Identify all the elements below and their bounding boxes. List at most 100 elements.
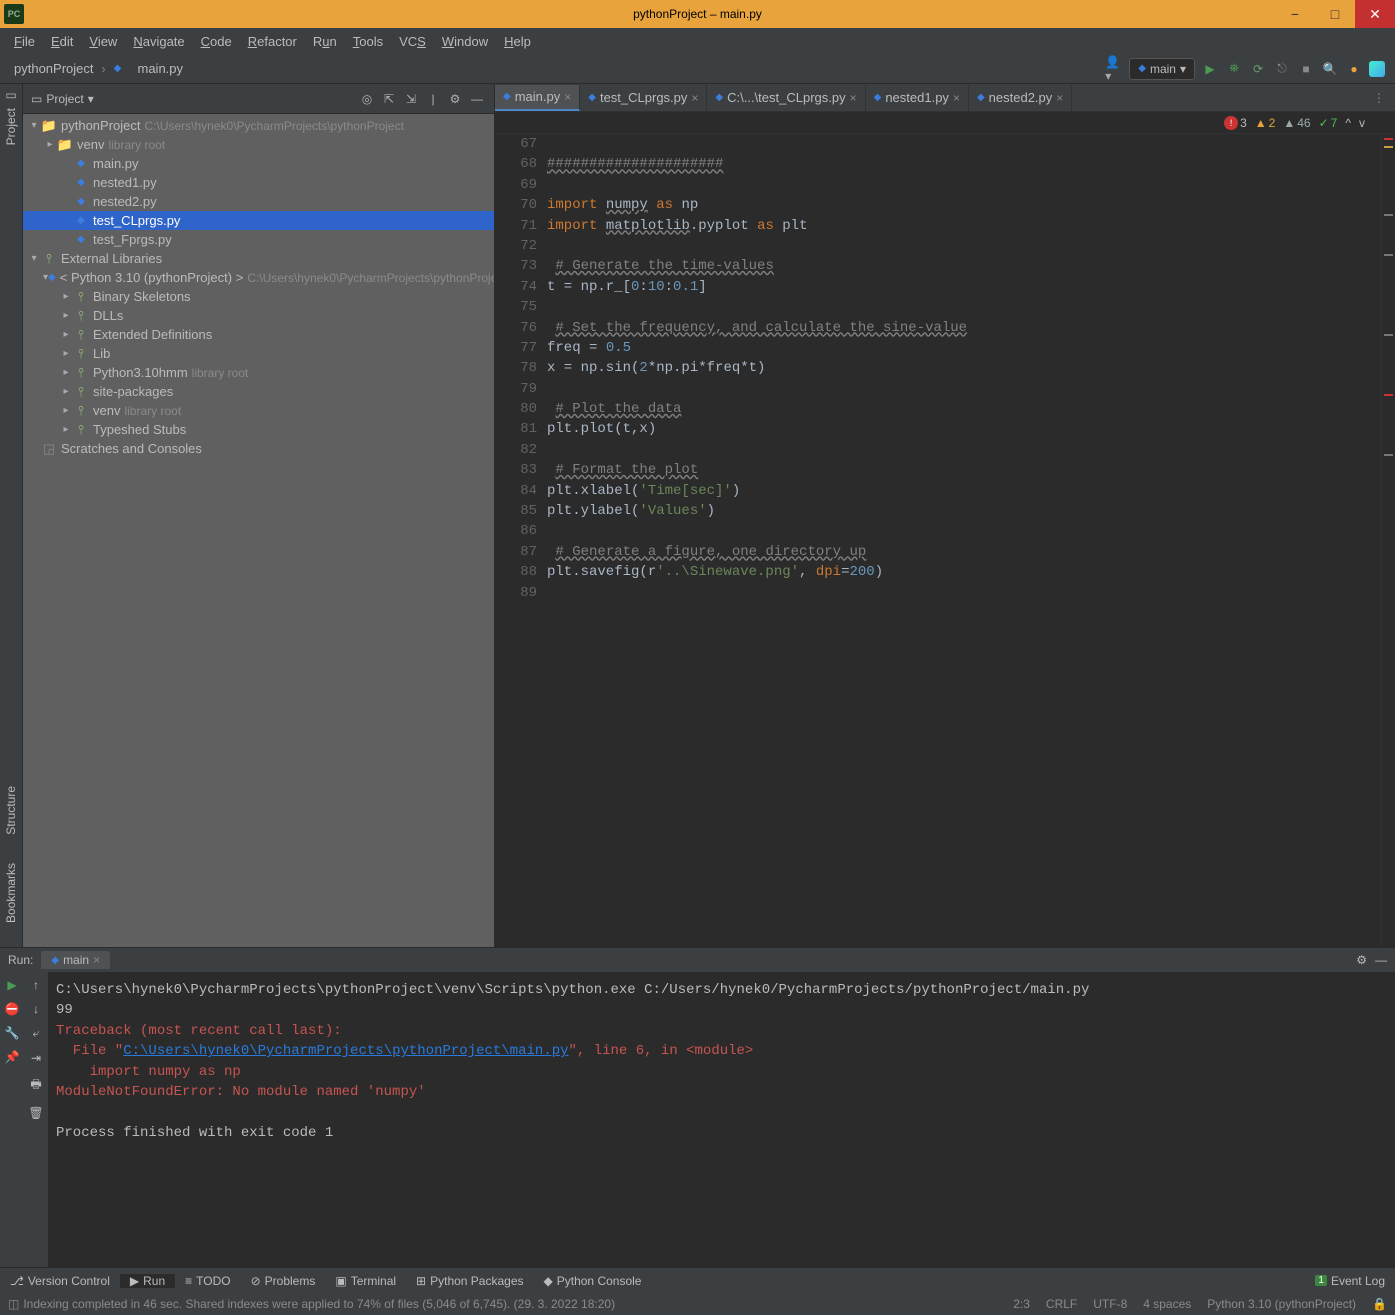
editor-tab[interactable]: ◆C:\...\test_CLprgs.py× — [707, 85, 865, 111]
sdk[interactable]: Python 3.10 (pythonProject) — [1207, 1297, 1356, 1311]
menu-navigate[interactable]: Navigate — [125, 31, 192, 52]
close-icon[interactable]: × — [850, 91, 857, 105]
todo-tab[interactable]: ≡ TODO — [175, 1274, 240, 1288]
chevron-down-icon[interactable]: v — [1359, 116, 1365, 130]
menu-code[interactable]: Code — [193, 31, 240, 52]
terminal-tab[interactable]: ▣ Terminal — [325, 1274, 406, 1288]
project-pane-title[interactable]: ▭ Project ▾ — [31, 92, 358, 106]
print-icon[interactable]: 🖶 — [30, 1075, 41, 1096]
chevron-up-icon[interactable]: ^ — [1345, 116, 1351, 130]
version-control-tab[interactable]: ⎇ Version Control — [0, 1274, 120, 1288]
sync-icon[interactable]: ● — [1345, 60, 1363, 78]
run-button[interactable]: ▶ — [1201, 60, 1219, 78]
tree-row[interactable]: ▸📁venvlibrary root — [23, 135, 494, 154]
clear-icon[interactable]: 🗑 — [28, 1106, 43, 1120]
marker-bar[interactable] — [1381, 134, 1395, 947]
indent[interactable]: 4 spaces — [1143, 1297, 1191, 1311]
more-icon[interactable]: ⋮ — [1363, 91, 1395, 105]
run-tab-bottom[interactable]: ▶ Run — [120, 1274, 175, 1288]
search-icon[interactable]: 🔍 — [1321, 60, 1339, 78]
tree-row[interactable]: ▸⫯Typeshed Stubs — [23, 420, 494, 439]
event-log-tab[interactable]: 1 Event Log — [1305, 1274, 1395, 1288]
bookmarks-tool-tab[interactable]: Bookmarks — [2, 859, 20, 927]
editor-tab[interactable]: ◆nested1.py× — [866, 85, 969, 111]
tree-row[interactable]: ▸⫯Lib — [23, 344, 494, 363]
tree-row[interactable]: ◆main.py — [23, 154, 494, 173]
lock-icon[interactable]: 🔒 — [1372, 1297, 1387, 1311]
menu-run[interactable]: Run — [305, 31, 345, 52]
tree-row[interactable]: ▸⫯DLLs — [23, 306, 494, 325]
problems-tab[interactable]: ⊘ Problems — [241, 1274, 326, 1288]
stop-button[interactable]: ■ — [1297, 60, 1315, 78]
structure-tool-tab[interactable]: Structure — [2, 782, 20, 839]
error-count[interactable]: !3 — [1224, 116, 1247, 130]
tree-row[interactable]: ▸⫯site-packages — [23, 382, 494, 401]
menu-window[interactable]: Window — [434, 31, 496, 52]
editor-tab[interactable]: ◆main.py× — [495, 85, 580, 111]
collapse-icon[interactable]: ⇲ — [402, 90, 420, 108]
project-tool-tab[interactable]: ▭ Project — [2, 88, 20, 149]
menu-view[interactable]: View — [81, 31, 125, 52]
menu-file[interactable]: File — [6, 31, 43, 52]
python-packages-tab[interactable]: ⊞ Python Packages — [406, 1274, 533, 1288]
menu-help[interactable]: Help — [496, 31, 539, 52]
run-config-selector[interactable]: ◆ main ▾ — [1129, 58, 1195, 80]
up-icon[interactable]: ↑ — [33, 978, 39, 992]
tree-row[interactable]: ▸⫯Binary Skeletons — [23, 287, 494, 306]
close-button[interactable]: ✕ — [1355, 0, 1395, 28]
run-output[interactable]: C:\Users\hynek0\PycharmProjects\pythonPr… — [48, 972, 1395, 1267]
run-tab[interactable]: ◆ main × — [41, 951, 110, 969]
editor-tab[interactable]: ◆test_CLprgs.py× — [580, 85, 707, 111]
close-icon[interactable]: × — [691, 91, 698, 105]
tree-row[interactable]: ▾📁pythonProjectC:\Users\hynek0\PycharmPr… — [23, 116, 494, 135]
breadcrumb-project[interactable]: pythonProject — [10, 59, 98, 78]
close-icon[interactable]: × — [1056, 91, 1063, 105]
down-icon[interactable]: ↓ — [33, 1002, 39, 1016]
expand-icon[interactable]: ⇱ — [380, 90, 398, 108]
menu-vcs[interactable]: VCS — [391, 31, 434, 52]
close-icon[interactable]: × — [93, 953, 100, 967]
line-separator[interactable]: CRLF — [1046, 1297, 1077, 1311]
weak-warning-count[interactable]: ▲ 46 — [1283, 116, 1310, 130]
tree-row[interactable]: ◆test_Fprgs.py — [23, 230, 494, 249]
tree-row[interactable]: ◆test_CLprgs.py — [23, 211, 494, 230]
tree-row[interactable]: ▸⫯venvlibrary root — [23, 401, 494, 420]
gear-icon[interactable]: ⚙ — [1356, 953, 1367, 967]
wrench-icon[interactable]: 🔧 — [5, 1026, 20, 1040]
menu-refactor[interactable]: Refactor — [240, 31, 305, 52]
target-icon[interactable]: ◎ — [358, 90, 376, 108]
breadcrumb-file[interactable]: main.py — [134, 59, 188, 78]
close-icon[interactable]: × — [564, 90, 571, 104]
tree-row[interactable]: ◆nested1.py — [23, 173, 494, 192]
run-coverage-button[interactable]: ⟳ — [1249, 60, 1267, 78]
scroll-icon[interactable]: ⇥ — [31, 1051, 41, 1065]
stop-button[interactable]: ⛔ — [5, 1002, 20, 1016]
warning-count[interactable]: ▲ 2 — [1255, 116, 1276, 130]
tree-row[interactable]: ▸⫯Extended Definitions — [23, 325, 494, 344]
pin-icon[interactable]: 📌 — [5, 1050, 20, 1064]
menu-tools[interactable]: Tools — [345, 31, 391, 52]
debug-button[interactable]: ⛯ — [1225, 60, 1243, 78]
close-icon[interactable]: × — [953, 91, 960, 105]
soft-wrap-icon[interactable]: ⤶ — [33, 1026, 40, 1041]
python-console-tab[interactable]: ◆ Python Console — [534, 1274, 652, 1288]
editor-tab[interactable]: ◆nested2.py× — [969, 85, 1072, 111]
user-icon[interactable]: 👤▾ — [1105, 60, 1123, 78]
typo-count[interactable]: ✓ 7 — [1319, 116, 1338, 130]
maximize-button[interactable]: □ — [1315, 0, 1355, 28]
rerun-button[interactable]: ▶ — [7, 978, 16, 992]
project-tree[interactable]: ▾📁pythonProjectC:\Users\hynek0\PycharmPr… — [23, 114, 494, 947]
hide-icon[interactable]: — — [1375, 953, 1387, 967]
tree-row[interactable]: ▾⫯External Libraries — [23, 249, 494, 268]
tree-row[interactable]: ◲Scratches and Consoles — [23, 439, 494, 458]
minimize-button[interactable]: − — [1275, 0, 1315, 28]
hide-icon[interactable]: — — [468, 90, 486, 108]
menu-edit[interactable]: Edit — [43, 31, 81, 52]
code-content[interactable]: ##################### import numpy as np… — [547, 134, 1381, 947]
gear-icon[interactable]: ⚙ — [446, 90, 464, 108]
caret-position[interactable]: 2:3 — [1013, 1297, 1030, 1311]
tree-row[interactable]: ▾◆< Python 3.10 (pythonProject) >C:\User… — [23, 268, 494, 287]
code-editor[interactable]: 6768697071727374757677787980818283848586… — [495, 134, 1395, 947]
attach-button[interactable]: ⎋ — [1273, 60, 1291, 78]
tree-row[interactable]: ▸⫯Python3.10hmmlibrary root — [23, 363, 494, 382]
